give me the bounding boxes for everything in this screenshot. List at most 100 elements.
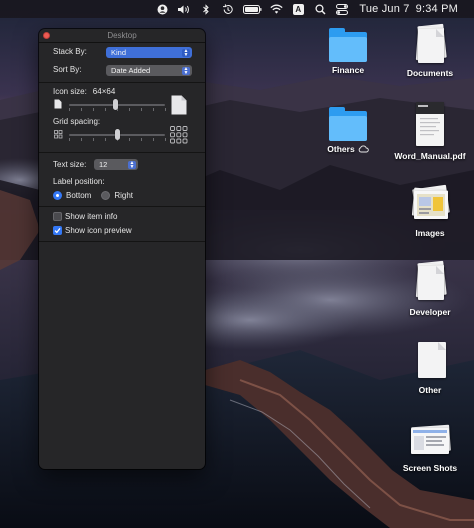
search-icon[interactable] xyxy=(311,0,329,18)
document-icon xyxy=(410,338,450,382)
slider-tick xyxy=(69,108,70,111)
chevron-updown-icon: ▲ ▼ xyxy=(128,159,136,170)
screenshot-stack-icon xyxy=(408,420,452,460)
show-item-info-row[interactable]: Show item info xyxy=(53,212,117,221)
desktop-item-label: Screen Shots xyxy=(402,463,458,473)
slider-tick xyxy=(129,138,130,141)
slider-tick xyxy=(81,138,82,141)
clock-time: 9:34 PM xyxy=(415,3,458,15)
clock-day: Tue Jun 7 xyxy=(359,3,410,15)
desktop-item-label-text: Others xyxy=(327,144,355,154)
folder-icon xyxy=(327,28,369,62)
menu-bar-clock[interactable]: Tue Jun 7 9:34 PM xyxy=(359,3,464,15)
label-position-row: Label position: xyxy=(53,177,105,186)
document-stack-icon xyxy=(410,260,450,304)
sort-by-row: Sort By: xyxy=(53,65,81,74)
show-icon-preview-row[interactable]: Show icon preview xyxy=(53,226,132,235)
show-icon-preview-label[interactable]: Show icon preview xyxy=(65,226,132,235)
checkmark-icon xyxy=(54,227,61,234)
desktop-view-options-window: Desktop Stack By: Kind ▲ ▼ Sort By: Date … xyxy=(39,29,205,469)
stack-by-row: Stack By: xyxy=(53,47,87,56)
grid-tight-icon xyxy=(54,130,63,139)
grid-spacing-slider-knob[interactable] xyxy=(114,129,120,140)
slider-tick xyxy=(141,138,142,141)
grid-spacing-label: Grid spacing: xyxy=(53,117,101,126)
grid-spacing-row: Grid spacing: xyxy=(53,117,100,126)
close-button[interactable] xyxy=(43,32,50,39)
desktop-item-others[interactable]: Others xyxy=(308,107,388,154)
desktop-item-screen-shots[interactable]: Screen Shots xyxy=(390,420,470,473)
slider-tick xyxy=(153,108,154,111)
desktop-item-word-manual[interactable]: Word_Manual.pdf xyxy=(390,100,470,161)
icon-size-slider-knob[interactable] xyxy=(112,99,118,110)
text-size-popup[interactable]: 12 ▲ ▼ xyxy=(94,159,138,170)
slider-tick xyxy=(93,138,94,141)
input-source-letter: A xyxy=(292,3,304,15)
large-document-icon xyxy=(171,95,187,115)
window-titlebar[interactable]: Desktop xyxy=(39,29,205,43)
chevron-updown-icon: ▲ ▼ xyxy=(182,65,190,76)
wifi-icon[interactable] xyxy=(267,0,285,18)
sort-by-label: Sort By: xyxy=(53,65,82,74)
sort-by-value: Date Added xyxy=(111,66,151,75)
radio-bottom-label[interactable]: Bottom xyxy=(66,191,91,200)
input-source-icon[interactable]: A xyxy=(289,0,307,18)
radio-bottom[interactable] xyxy=(53,191,62,200)
desktop-item-developer[interactable]: Developer xyxy=(390,260,470,317)
show-item-info-checkbox[interactable] xyxy=(53,212,62,221)
slider-tick xyxy=(69,138,70,141)
desktop-item-label: Documents xyxy=(406,68,454,78)
stack-by-popup[interactable]: Kind ▲ ▼ xyxy=(106,47,192,58)
slider-tick xyxy=(165,108,166,111)
slider-tick xyxy=(105,138,106,141)
image-stack-icon xyxy=(408,181,452,225)
desktop-item-other[interactable]: Other xyxy=(390,338,470,395)
stack-by-label: Stack By: xyxy=(53,47,87,56)
desktop-item-label: Others xyxy=(308,144,388,154)
desktop-item-label: Word_Manual.pdf xyxy=(394,151,466,161)
small-document-icon xyxy=(54,99,62,109)
desktop-item-finance[interactable]: Finance xyxy=(308,28,388,75)
desktop-item-images[interactable]: Images xyxy=(390,181,470,238)
divider xyxy=(39,152,205,153)
label-position-label: Label position: xyxy=(53,177,105,186)
desktop-item-label: Finance xyxy=(331,65,365,75)
show-icon-preview-checkbox[interactable] xyxy=(53,226,62,235)
divider xyxy=(39,206,205,207)
desktop-item-documents[interactable]: Documents xyxy=(390,23,470,78)
sort-by-popup[interactable]: Date Added ▲ ▼ xyxy=(106,65,192,76)
show-item-info-label[interactable]: Show item info xyxy=(65,212,117,221)
battery-icon[interactable] xyxy=(241,0,263,18)
radio-right[interactable] xyxy=(101,191,111,200)
menu-bar: A Tue Jun 7 9:34 PM xyxy=(0,0,474,18)
folder-icon xyxy=(327,107,369,141)
icon-size-row: Icon size: 64×64 xyxy=(53,87,115,96)
desktop-item-label: Developer xyxy=(409,307,451,317)
icloud-icon xyxy=(358,145,369,153)
bluetooth-icon[interactable] xyxy=(197,0,215,18)
radio-right-label[interactable]: Right xyxy=(114,191,133,200)
slider-tick xyxy=(153,138,154,141)
label-position-radios: Bottom Right xyxy=(53,191,133,200)
chevron-updown-icon: ▲ ▼ xyxy=(182,47,190,58)
text-size-label: Text size: xyxy=(53,160,87,169)
volume-icon[interactable] xyxy=(175,0,193,18)
time-machine-icon[interactable] xyxy=(219,0,237,18)
slider-tick xyxy=(81,108,82,111)
divider xyxy=(39,241,205,242)
desktop-item-label: Images xyxy=(415,228,445,238)
slider-tick xyxy=(93,108,94,111)
slider-tick xyxy=(129,108,130,111)
text-size-value: 12 xyxy=(99,160,108,169)
desktop-item-label: Other xyxy=(418,385,442,395)
grid-wide-icon xyxy=(170,126,188,144)
slider-tick xyxy=(105,108,106,111)
divider xyxy=(39,82,205,83)
control-center-icon[interactable] xyxy=(333,0,351,18)
icon-size-value: 64×64 xyxy=(92,87,116,96)
text-size-row: Text size: xyxy=(53,160,86,169)
document-stack-icon xyxy=(410,23,450,65)
icon-size-label: Icon size: xyxy=(53,87,87,96)
window-title: Desktop xyxy=(107,31,137,40)
user-circle-icon[interactable] xyxy=(153,0,171,18)
